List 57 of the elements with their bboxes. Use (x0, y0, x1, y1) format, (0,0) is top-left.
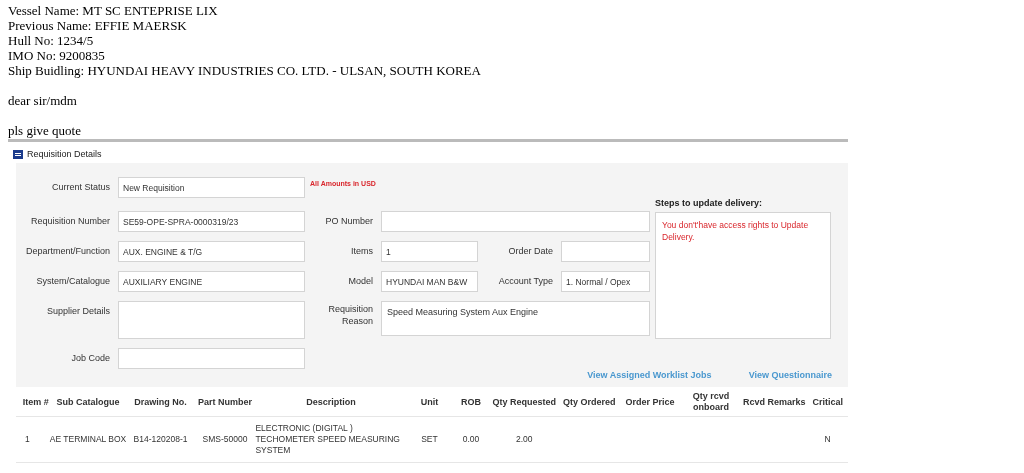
table-cell: 0.00 (452, 416, 490, 463)
column-header: Sub Catalogue (49, 388, 127, 417)
column-header: Qty rcvd onboard (680, 388, 742, 417)
table-cell: SMS-50000 (194, 416, 256, 463)
column-header: Part Number (194, 388, 256, 417)
column-header: Rcvd Remarks (741, 388, 808, 417)
field-label: Order Date (508, 245, 553, 257)
detail-line: Previous Name: EFFIE MAERSK (8, 18, 188, 33)
table-cell: B14-120208-1 (126, 416, 195, 463)
window-title: Requisition Details (27, 148, 102, 160)
field-label: Model (348, 275, 373, 287)
field-label: PO Number (325, 215, 373, 227)
detail-line: Vessel Name: MT SC ENTEPRISE LIX (8, 3, 219, 18)
field-label: Job Code (71, 352, 110, 364)
column-header: Description (255, 388, 407, 417)
field-label: Department/Function (25, 245, 110, 257)
input-field[interactable]: AUX. ENGINE & T/G (118, 241, 305, 262)
detail-line: IMO No: 9200835 (8, 48, 106, 63)
detail-line: Hull No: 1234/5 (8, 33, 95, 48)
field-label: Current Status (51, 181, 110, 193)
column-header: Unit (406, 388, 453, 417)
column-header: Qty Ordered (558, 388, 620, 417)
delivery-heading: Steps to update delivery: (655, 197, 764, 209)
input-field[interactable]: SE59-OPE-SPRA-0000319/23 (118, 211, 305, 232)
input-field[interactable] (118, 348, 305, 369)
table-cell: 1 (16, 416, 50, 463)
table-cell: AE TERMINAL BOX (49, 416, 127, 463)
input-field[interactable]: Speed Measuring System Aux Engine (381, 301, 650, 336)
input-field[interactable]: New Requisition (118, 177, 305, 198)
field-label: Requisition Number (30, 215, 110, 227)
table-cell: SET (406, 416, 453, 463)
detail-line: Ship Buidling: HYUNDAI HEAVY INDUSTRIES CO. LTD. - ULSAN, SOUTH KOREA (8, 63, 482, 78)
body-text: pls give quote (8, 123, 82, 138)
field-label: Requisition Reason (327, 303, 373, 327)
field-label: Items (351, 245, 373, 257)
input-field[interactable]: 1 (381, 241, 478, 262)
input-field[interactable] (118, 301, 305, 339)
input-field[interactable]: AUXILIARY ENGINE (118, 271, 305, 292)
access-message: You don't'have access rights to Update Delivery. (662, 219, 810, 243)
app-icon (13, 149, 23, 159)
field-label: System/Catalogue (36, 275, 110, 287)
input-field[interactable] (561, 241, 650, 262)
table-cell: N (807, 416, 848, 463)
column-header: Order Price (619, 388, 681, 417)
table-cell: ELECTRONIC (DIGITAL ) TECHOMETER SPEED MEASURING SYSTEM (255, 416, 407, 463)
field-label: Supplier Details (46, 305, 110, 317)
input-field[interactable]: 1. Normal / Opex (561, 271, 650, 292)
column-header: ROB (452, 388, 490, 417)
field-label: Account Type (498, 275, 553, 287)
column-header: Item # (16, 388, 50, 417)
table-cell: 2.00 (489, 416, 559, 463)
input-field[interactable] (381, 211, 650, 232)
input-field[interactable]: HYUNDAI MAN B&W (381, 271, 478, 292)
greeting-text: dear sir/mdm (8, 93, 78, 108)
column-header: Qty Requested (489, 388, 559, 417)
column-header: Drawing No. (126, 388, 195, 417)
column-header: Critical (807, 388, 848, 417)
